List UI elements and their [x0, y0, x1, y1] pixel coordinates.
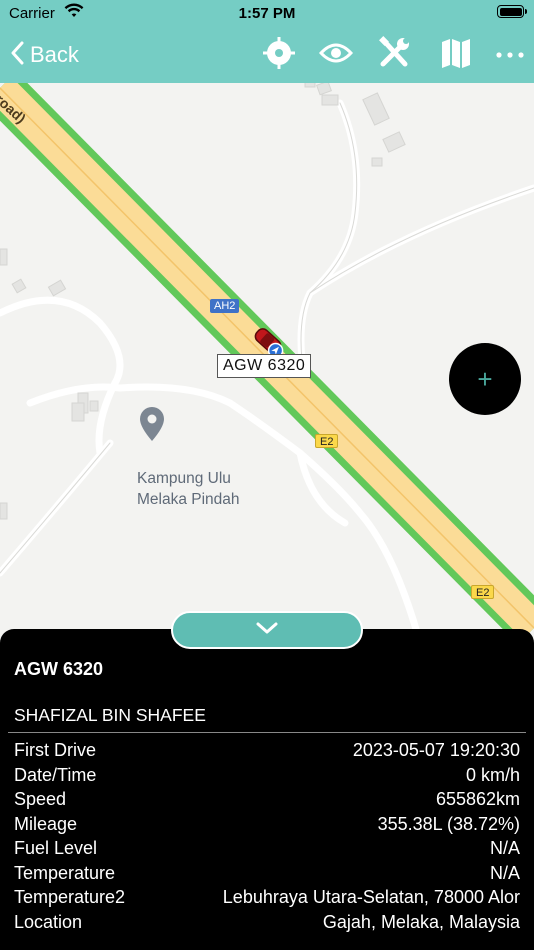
info-row: Temperature N/A — [14, 863, 520, 888]
info-value: 355.38L (38.72%) — [377, 813, 520, 834]
driver-name: SHAFIZAL BIN SHAFEE — [14, 705, 206, 725]
info-row: Fuel Level N/A — [14, 838, 520, 863]
place-label[interactable]: Kampung Ulu Melaka Pindah — [137, 468, 240, 510]
battery-icon — [497, 5, 527, 18]
collapse-panel-button[interactable] — [171, 611, 363, 649]
map-icon — [439, 36, 473, 75]
tools-button[interactable] — [377, 35, 413, 75]
tools-icon — [377, 35, 413, 75]
app-screen: Carrier 1:57 PM Back AH2 E2 E2 road) AGW… — [0, 0, 534, 950]
route-shield-ah2: AH2 — [210, 299, 240, 313]
place-label-line1: Kampung Ulu — [137, 470, 231, 487]
more-button[interactable] — [492, 38, 528, 72]
locate-button[interactable] — [261, 36, 297, 75]
info-row: Mileage 355.38L (38.72%) — [14, 814, 520, 839]
navigation-bar: Back — [0, 27, 534, 83]
clock-label: 1:57 PM — [238, 5, 296, 22]
back-button[interactable]: Back — [10, 37, 79, 73]
info-label: Mileage — [14, 813, 78, 834]
vehicle-info-panel: AGW 6320 SHAFIZAL BIN SHAFEE First Drive… — [0, 629, 534, 950]
chevron-left-icon — [10, 41, 24, 70]
route-shield-e2-lower: E2 — [471, 585, 495, 599]
info-label: Location — [14, 911, 83, 932]
info-value: Gajah, Melaka, Malaysia — [322, 911, 520, 932]
info-row: Speed 655862km — [14, 789, 520, 814]
info-row: Location Gajah, Melaka, Malaysia — [14, 912, 520, 937]
info-value: N/A — [489, 838, 520, 858]
info-value: 0 km/h — [465, 764, 520, 785]
info-label: Temperature — [14, 862, 116, 883]
vehicle-title: AGW 6320 — [14, 659, 104, 679]
route-shield-e2: E2 — [315, 434, 339, 448]
place-pin-icon — [140, 407, 164, 441]
info-row: Date/Time 0 km/h — [14, 765, 520, 790]
place-label-line2: Melaka Pindah — [137, 491, 240, 508]
battery-level-fill — [499, 7, 522, 16]
info-row: Temperature2 Lebuhraya Utara-Selatan, 780… — [14, 887, 520, 912]
info-row: First Drive 2023-05-07 19:20:30 — [14, 740, 520, 765]
chevron-down-icon — [255, 621, 279, 640]
map-type-button[interactable] — [438, 38, 474, 72]
more-icon — [495, 46, 525, 64]
visibility-button[interactable] — [318, 38, 354, 72]
info-value: 655862km — [435, 789, 520, 809]
info-label: Date/Time — [14, 764, 97, 785]
info-value: 2023-05-07 19:20:30 — [352, 740, 520, 760]
plus-icon: + — [477, 364, 493, 394]
info-value: N/A — [489, 862, 520, 883]
info-rows: First Drive 2023-05-07 19:20:30 Date/Time… — [14, 740, 520, 936]
back-label: Back — [30, 42, 79, 67]
info-value: Lebuhraya Utara-Selatan, 78000 Alor — [222, 887, 520, 907]
info-label: Fuel Level — [14, 838, 98, 858]
info-label: First Drive — [14, 740, 96, 760]
vehicle-plate-label[interactable]: AGW 6320 — [217, 354, 312, 378]
panel-divider — [8, 732, 526, 733]
info-label: Speed — [14, 789, 67, 809]
info-label: Temperature2 — [14, 887, 126, 907]
eye-icon — [318, 41, 354, 70]
status-bar: Carrier 1:57 PM — [0, 0, 534, 27]
zoom-in-button[interactable]: + — [449, 343, 521, 415]
locate-icon — [262, 36, 296, 75]
